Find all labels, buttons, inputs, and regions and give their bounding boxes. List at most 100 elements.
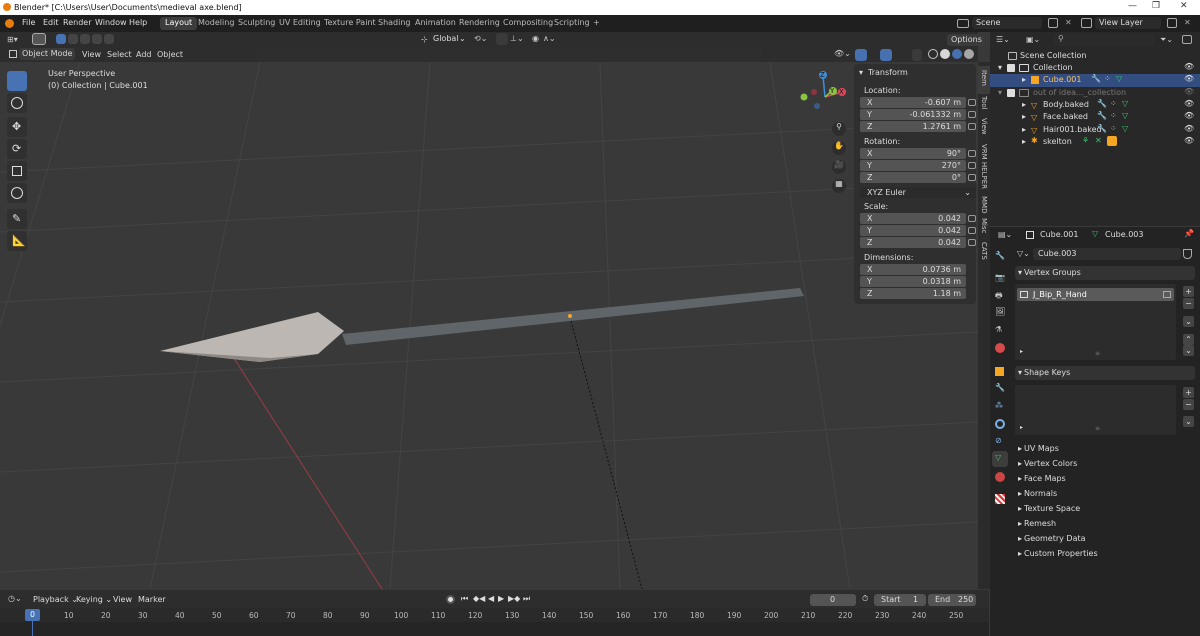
menu-help[interactable]: Help (129, 18, 147, 27)
outliner-row-cube-001[interactable]: ▸ Cube.001 🔧 ⁘ ▽ 👁 (990, 74, 1200, 87)
texture-tab-icon[interactable] (995, 494, 1005, 504)
wireframe-shading-icon[interactable] (928, 49, 938, 59)
eye-icon[interactable]: 👁 (1184, 87, 1194, 96)
tab-texture-paint[interactable]: Texture Paint (319, 17, 381, 30)
select-mode-new-icon[interactable] (56, 34, 66, 44)
modifier-tab-icon[interactable]: 🔧 (995, 383, 1005, 392)
view-layer-tab-icon[interactable]: 🖼 (995, 307, 1005, 316)
start-frame-field[interactable]: Start 1 (874, 594, 926, 606)
viewport-menu-add[interactable]: Add (136, 50, 152, 59)
gizmo-toggle-icon[interactable] (855, 49, 867, 61)
scale-x-field[interactable]: X 0.042 (860, 213, 966, 224)
zoom-icon[interactable]: ⚲ (832, 122, 846, 136)
data-tab-icon[interactable]: ▽ (995, 453, 1001, 462)
mode-dropdown[interactable]: Object Mode (19, 48, 75, 60)
perspective-toggle-icon[interactable]: ▦ (832, 179, 846, 193)
play-reverse-icon[interactable]: ◀ (488, 594, 494, 603)
physics-tab-icon[interactable] (995, 419, 1005, 429)
lock-icon[interactable] (968, 215, 976, 222)
location-y-field[interactable]: Y -0.061332 m (860, 109, 966, 120)
view-layer-selector[interactable]: View Layer (1095, 17, 1161, 29)
render-tab-icon[interactable]: 📷 (995, 273, 1005, 282)
panel-normals[interactable]: ▸ Normals (1015, 487, 1195, 501)
scene-selector[interactable]: Scene (972, 17, 1042, 29)
pivot-point-icon[interactable]: ⟲⌄ (474, 34, 487, 43)
list-resize-grip-icon[interactable]: ≡ (1095, 350, 1100, 357)
display-mode-icon[interactable]: ▣⌄ (1026, 35, 1040, 44)
pan-hand-icon[interactable]: ✋ (832, 141, 846, 155)
expand-icon[interactable]: ▸ (1022, 75, 1026, 84)
eye-icon[interactable]: 👁 (1184, 62, 1194, 71)
cursor-tool-icon[interactable] (7, 93, 27, 113)
panel-collapse-icon[interactable]: ▾ (859, 68, 863, 77)
rotation-z-field[interactable]: Z 0° (860, 172, 966, 183)
close-button[interactable]: ✕ (1180, 1, 1188, 11)
lock-icon[interactable] (968, 99, 976, 106)
material-shading-icon[interactable] (952, 49, 962, 59)
viewport-menu-object[interactable]: Object (157, 50, 183, 59)
panel-custom-properties[interactable]: ▸ Custom Properties (1015, 547, 1195, 561)
expand-icon[interactable]: ▾ (998, 63, 1002, 72)
minimize-button[interactable]: — (1128, 1, 1137, 11)
dimensions-x-field[interactable]: X 0.0736 m (860, 264, 966, 275)
play-icon[interactable]: ▶ (498, 594, 504, 603)
move-down-icon[interactable]: ⌄ (1183, 345, 1194, 356)
panel-geometry-data[interactable]: ▸ Geometry Data (1015, 532, 1195, 546)
3d-viewport[interactable]: ✥ ⟳ ✎ 📐 User Perspective (0) Collection … (0, 62, 978, 589)
xray-toggle-icon[interactable] (912, 49, 922, 61)
record-icon[interactable] (446, 595, 455, 604)
list-expand-icon[interactable]: ▸ (1020, 424, 1023, 431)
panel-texture-space[interactable]: ▸ Texture Space (1015, 502, 1195, 516)
timeline-menu-keying[interactable]: Keying ⌄ (76, 595, 112, 604)
tool-tab-icon[interactable]: 🔧 (995, 251, 1005, 260)
jump-key-forward-icon[interactable]: ▶◆ (508, 594, 520, 603)
material-tab-icon[interactable] (995, 472, 1005, 482)
add-shape-key-button[interactable]: + (1183, 387, 1194, 398)
outliner-row-face-baked[interactable]: ▸ ▽ Face.baked 🔧 ⁘ ▽ 👁 (990, 111, 1200, 124)
sidebar-tab-cats[interactable]: CATS (980, 242, 988, 260)
visibility-icon[interactable]: 👁⌄ (834, 49, 851, 58)
select-mode-invert-icon[interactable] (92, 34, 102, 44)
current-frame-field[interactable]: 0 (810, 594, 856, 606)
dimensions-z-field[interactable]: Z 1.18 m (860, 288, 966, 299)
outliner-row-scene-collection[interactable]: Scene Collection (990, 50, 1200, 63)
expand-icon[interactable]: ▸ (1022, 112, 1026, 121)
scale-z-field[interactable]: Z 0.042 (860, 237, 966, 248)
timeline-track-area[interactable] (0, 622, 989, 636)
new-view-layer-icon[interactable] (1167, 18, 1177, 28)
proportional-falloff-icon[interactable]: ∧⌄ (543, 34, 556, 43)
jump-key-back-icon[interactable]: ◆◀ (473, 594, 485, 603)
checkbox-icon[interactable] (1007, 89, 1015, 97)
rotation-mode-dropdown[interactable]: XYZ Euler ⌄ (860, 187, 976, 198)
pin-icon[interactable]: 📌 (1184, 229, 1194, 238)
lock-icon[interactable] (968, 111, 976, 118)
outliner-search-input[interactable]: ⚲ (1054, 34, 1154, 46)
object-tab-icon[interactable] (995, 367, 1004, 376)
end-frame-field[interactable]: End 250 (928, 594, 976, 606)
lock-icon[interactable] (968, 162, 976, 169)
constraints-tab-icon[interactable]: ⊘ (995, 436, 1002, 445)
vertex-group-item[interactable]: J_Bip_R_Hand (1017, 288, 1174, 301)
lock-icon[interactable] (1163, 291, 1171, 298)
annotate-tool-icon[interactable]: ✎ (7, 209, 27, 229)
outliner-row-collection[interactable]: ▾ Collection 👁 (990, 62, 1200, 75)
sidebar-tab-view[interactable]: View (980, 118, 988, 135)
eye-icon[interactable]: 👁 (1184, 99, 1194, 108)
select-mode-extend-icon[interactable] (68, 34, 78, 44)
tab-uv-editing[interactable]: UV Editing (274, 17, 326, 30)
vertex-group-specials-icon[interactable]: ⌄ (1183, 316, 1194, 327)
sidebar-tab-item[interactable]: Item (980, 70, 988, 86)
eye-icon[interactable]: 👁 (1184, 124, 1194, 133)
viewport-menu-view[interactable]: View (82, 50, 101, 59)
remove-shape-key-button[interactable]: − (1183, 399, 1194, 410)
timeline-menu-view[interactable]: View (113, 595, 132, 604)
vertex-groups-header[interactable]: ▾ Vertex Groups (1015, 266, 1195, 280)
select-box-tool-icon[interactable] (7, 71, 27, 91)
shape-key-specials-icon[interactable]: ⌄ (1183, 416, 1194, 427)
outliner-row-out-of-idea-collection[interactable]: ▾ out of idea..._collection 👁 (990, 87, 1200, 100)
scale-y-field[interactable]: Y 0.042 (860, 225, 966, 236)
checkbox-icon[interactable] (1007, 64, 1015, 72)
timeline-menu-playback[interactable]: Playback ⌄ (33, 595, 78, 604)
lock-icon[interactable] (968, 174, 976, 181)
menu-file[interactable]: File (22, 18, 35, 27)
